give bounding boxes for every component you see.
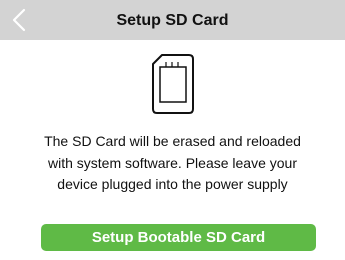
setup-bootable-sd-card-button[interactable]: Setup Bootable SD Card [41,224,316,251]
message-line-3: device plugged into the power supply [57,176,288,192]
message-line-1: The SD Card will be erased and reloaded [44,133,301,149]
page-title: Setup SD Card [116,12,229,29]
sd-card-icon [152,54,194,114]
setup-sd-card-screen: Setup SD Card The SD Card will be erased… [0,0,345,260]
info-message: The SD Card will be erased and reloaded … [12,131,333,196]
message-line-2: with system software. Please leave your [48,154,297,171]
header-bar: Setup SD Card [0,0,345,40]
